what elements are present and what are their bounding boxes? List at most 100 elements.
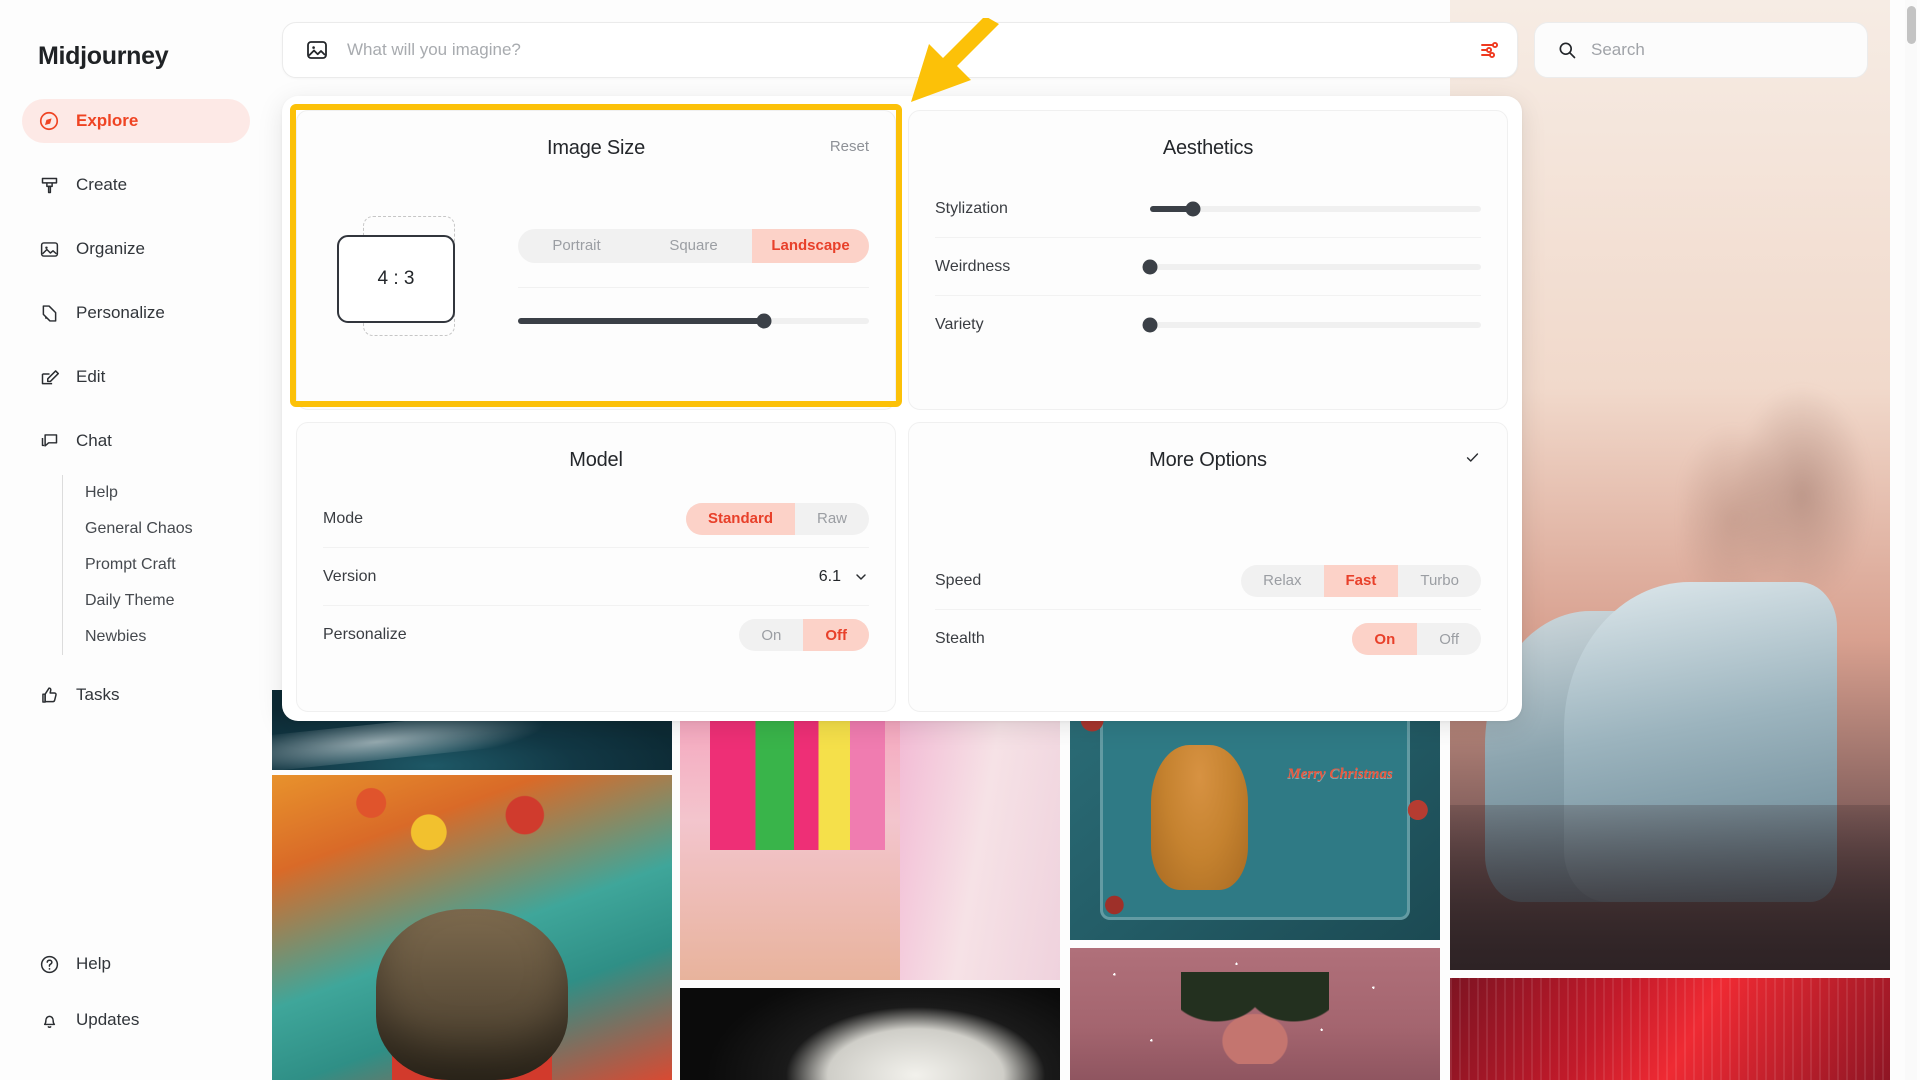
image-size-panel: Image Size Reset 4 : 3 Portrait Square L… [296,110,896,410]
stealth-option-on[interactable]: On [1352,623,1418,655]
gallery-item-pink-corridor[interactable] [680,690,1060,980]
search-bar[interactable] [1534,22,1868,78]
speed-segmented-control: Relax Fast Turbo [1241,564,1481,597]
image-icon[interactable] [305,38,329,62]
bell-icon [38,1009,60,1031]
slider-knob[interactable] [756,313,772,328]
stealth-segmented-control: On Off [1352,623,1481,655]
speed-option-relax[interactable]: Relax [1241,565,1323,597]
main-navigation: Explore Create Organize Personalize Edit… [0,99,272,717]
sidebar-item-label: Personalize [76,303,165,322]
palette-icon [38,302,60,324]
thumbs-up-icon [38,684,60,706]
panel-title: Aesthetics [1162,137,1254,159]
question-circle-icon [38,953,60,975]
personalize-option-on[interactable]: On [739,619,803,651]
panel-title: More Options [1149,449,1267,471]
more-options-panel: More Options Speed Relax Fast Turbo Stea… [908,422,1508,712]
app-root: Merry Christmas Midjourney Explore Creat… [0,0,1920,1080]
chat-bubble-icon [38,430,60,452]
row-label: Weirdness [935,257,1011,275]
sidebar: Midjourney Explore Create Organize Perso… [0,0,272,1080]
ratio-value-box: 4 : 3 [337,235,455,323]
sidebar-item-help[interactable]: Help [22,942,252,986]
orientation-option-portrait[interactable]: Portrait [518,229,635,263]
brush-icon [38,174,60,196]
aesthetics-row-variety: Variety [935,296,1481,354]
panel-title: Image Size [546,137,646,159]
sidebar-item-updates[interactable]: Updates [22,998,252,1042]
weirdness-slider[interactable] [1142,259,1481,274]
chevron-down-icon[interactable] [853,569,869,585]
row-label: Stylization [935,199,1008,217]
aesthetics-row-weirdness: Weirdness [935,238,1481,296]
model-panel: Model Mode Standard Raw Version 6.1 Pers… [296,422,896,712]
top-bar [272,0,1908,92]
reset-button[interactable]: Reset [830,138,869,155]
image-icon [38,238,60,260]
gallery-item-red-cyber-portrait[interactable] [1450,978,1890,1080]
ground-shadow [1450,805,1890,970]
sidebar-subitem-prompt-craft[interactable]: Prompt Craft [85,547,250,583]
slider-knob[interactable] [1185,201,1201,216]
sidebar-item-organize[interactable]: Organize [22,227,250,271]
orientation-option-square[interactable]: Square [635,229,752,263]
sidebar-subitem-newbies[interactable]: Newbies [85,619,250,655]
mode-option-raw[interactable]: Raw [795,503,869,535]
sidebar-subitem-help[interactable]: Help [85,475,250,511]
speed-option-turbo[interactable]: Turbo [1398,565,1481,597]
sidebar-item-label: Edit [76,367,106,386]
model-row-personalize: Personalize On Off [323,606,869,664]
compass-icon [38,110,60,132]
check-icon[interactable] [1464,449,1481,471]
page-scrollbar-thumb[interactable] [1907,6,1916,44]
sidebar-item-chat[interactable]: Chat [22,419,250,463]
sidebar-footer: Help Updates [22,942,252,1054]
row-label: Variety [935,316,984,333]
search-icon [1557,40,1577,60]
gingerbread-text: Merry Christmas [1287,766,1393,782]
prompt-bar[interactable] [282,22,1518,78]
gingerbread-man [1151,745,1248,890]
sidebar-item-tasks[interactable]: Tasks [22,673,250,717]
sliders-icon[interactable] [1465,22,1517,78]
gallery-item-gingerbread-merry-christmas[interactable]: Merry Christmas [1070,690,1440,940]
sidebar-item-create[interactable]: Create [22,163,250,207]
slider-knob[interactable] [1142,317,1158,333]
image-size-slider[interactable] [518,313,869,328]
page-scrollbar-track[interactable] [1905,0,1917,1080]
model-row-mode: Mode Standard Raw [323,490,869,548]
sidebar-item-explore[interactable]: Explore [22,99,250,143]
row-label: Mode [323,509,364,527]
app-brand-title: Midjourney [38,42,169,70]
stealth-option-off[interactable]: Off [1417,623,1481,655]
cat-eyes [424,961,520,980]
gallery-item-dark-helmet[interactable] [680,988,1060,1080]
sidebar-item-edit[interactable]: Edit [22,355,250,399]
sidebar-item-label: Tasks [76,685,120,704]
prompt-input[interactable] [347,40,1465,60]
personalize-option-off[interactable]: Off [803,619,869,651]
stylization-slider[interactable] [1150,201,1481,216]
sidebar-item-label: Organize [76,239,145,258]
search-input[interactable] [1591,40,1867,60]
speed-option-fast[interactable]: Fast [1323,564,1399,597]
sidebar-item-label: Help [76,954,111,973]
mode-option-standard[interactable]: Standard [685,502,795,535]
variety-slider[interactable] [1142,317,1481,333]
gallery-item-floral-cat-collage[interactable] [272,775,672,1080]
sidebar-item-label: Chat [76,431,112,450]
more-options-row-stealth: Stealth On Off [935,610,1481,668]
cat-collar [392,1043,552,1080]
gallery-item-reindeer-silhouette[interactable] [1070,948,1440,1080]
sidebar-subitem-general-chaos[interactable]: General Chaos [85,511,250,547]
row-label: Speed [935,571,982,589]
orientation-option-landscape[interactable]: Landscape [752,228,869,263]
sidebar-subitem-daily-theme[interactable]: Daily Theme [85,583,250,619]
mode-segmented-control: Standard Raw [685,502,869,535]
slider-knob[interactable] [1142,259,1158,274]
sidebar-item-personalize[interactable]: Personalize [22,291,250,335]
ornament-decorations [1070,690,1440,940]
model-row-version: Version 6.1 [323,548,869,606]
